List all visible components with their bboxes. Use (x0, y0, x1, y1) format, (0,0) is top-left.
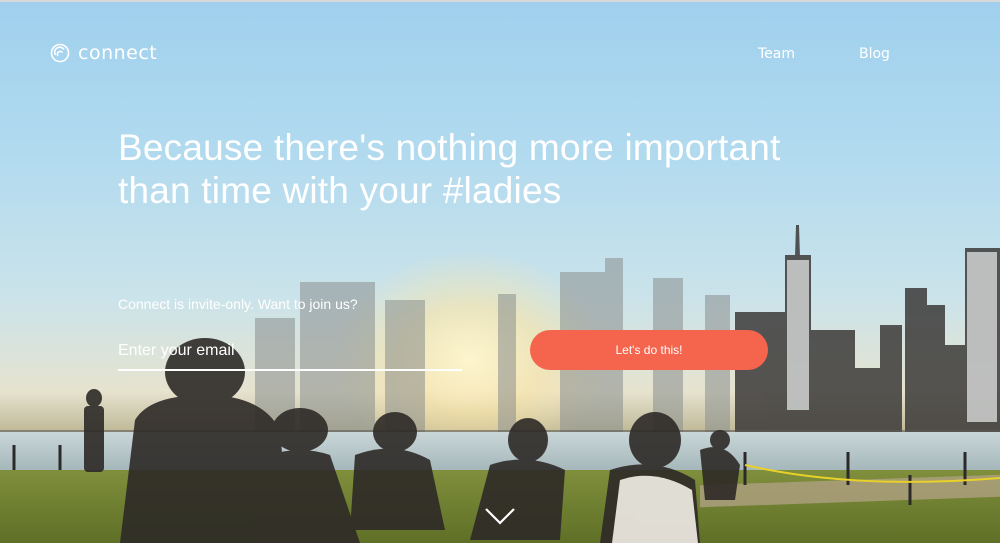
join-button[interactable]: Let's do this! (530, 330, 768, 370)
hero-background (0, 0, 1000, 543)
nav-link-team[interactable]: Team (758, 46, 795, 62)
invite-text: Connect is invite-only. Want to join us? (118, 296, 358, 312)
hero-headline-line-2: than time with your #ladies (118, 170, 562, 211)
hero-headline: Because there's nothing more important t… (118, 126, 878, 212)
nav-link-blog[interactable]: Blog (859, 46, 890, 62)
people-silhouettes (12, 338, 1000, 543)
hero-headline-line-1: Because there's nothing more important (118, 127, 781, 168)
top-navigation: Team Blog (0, 46, 1000, 66)
chevron-down-icon[interactable] (484, 506, 516, 526)
email-input[interactable] (118, 333, 462, 371)
window-top-border (0, 0, 1000, 2)
